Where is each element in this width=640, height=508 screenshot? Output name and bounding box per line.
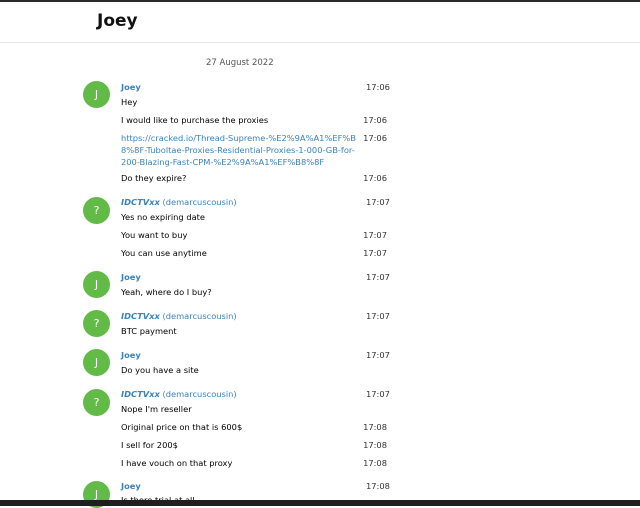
chat-header: Joey (0, 2, 640, 43)
message: You can use anytime 17:07 (121, 247, 387, 259)
avatar[interactable]: ? (83, 389, 110, 416)
message-time: 17:07 (363, 230, 387, 240)
message-text: Do you have a site (121, 365, 199, 375)
message: Hey (121, 96, 387, 108)
message-text: You want to buy (121, 230, 188, 240)
sender-name[interactable]: IDCTVxx (demarcuscousin) (121, 197, 237, 207)
message: I would like to purchase the proxies 17:… (121, 114, 387, 126)
message-text: BTC payment (121, 326, 177, 336)
chat-title: Joey (97, 11, 138, 31)
message: Original price on that is 600$ 17:08 (121, 421, 387, 433)
message-time: 17:06 (363, 173, 387, 183)
message-time: 17:08 (363, 458, 387, 468)
message-time: 17:07 (366, 389, 390, 399)
avatar[interactable]: J (83, 349, 110, 376)
message: I sell for 200$ 17:08 (121, 439, 387, 451)
avatar[interactable]: J (83, 271, 110, 298)
message: Yeah, where do I buy? (121, 286, 387, 298)
sender-name[interactable]: Joey (121, 481, 141, 491)
message: https://cracked.io/Thread-Supreme-%E2%9A… (121, 132, 387, 168)
message: You want to buy 17:07 (121, 229, 387, 241)
sender-name[interactable]: Joey (121, 272, 141, 282)
message-time: 17:06 (363, 115, 387, 125)
message: BTC payment (121, 325, 387, 337)
message-text: I would like to purchase the proxies (121, 115, 269, 125)
message-time: 17:06 (363, 133, 387, 143)
message-time: 17:07 (366, 350, 390, 360)
sender-name[interactable]: IDCTVxx (demarcuscousin) (121, 311, 237, 321)
message-text: Hey (121, 97, 138, 107)
message-time: 17:07 (366, 272, 390, 282)
sender-name[interactable]: IDCTVxx (demarcuscousin) (121, 389, 237, 399)
message-text: Original price on that is 600$ (121, 422, 243, 432)
message: Yes no expiring date (121, 211, 387, 223)
date-separator: 27 August 2022 (206, 58, 274, 68)
message: Do they expire? 17:06 (121, 172, 387, 184)
avatar[interactable]: ? (83, 310, 110, 337)
avatar[interactable]: ? (83, 197, 110, 224)
message: Do you have a site (121, 364, 387, 376)
message-text: I sell for 200$ (121, 440, 178, 450)
avatar[interactable]: J (83, 81, 110, 108)
message: Nope I'm reseller (121, 403, 387, 415)
message-text: Do they expire? (121, 173, 187, 183)
message-link[interactable]: https://cracked.io/Thread-Supreme-%E2%9A… (121, 132, 357, 168)
message-text: Yes no expiring date (121, 212, 206, 222)
message-text: Yeah, where do I buy? (121, 287, 212, 297)
message-time: 17:08 (363, 440, 387, 450)
message-time: 17:07 (366, 197, 390, 207)
sender-name[interactable]: Joey (121, 82, 141, 92)
message-text: I have vouch on that proxy (121, 458, 233, 468)
message-text: Nope I'm reseller (121, 404, 192, 414)
message: I have vouch on that proxy 17:08 (121, 457, 387, 469)
message-time: 17:08 (363, 422, 387, 432)
message-time: 17:06 (366, 82, 390, 92)
message-text: You can use anytime (121, 248, 207, 258)
message-time: 17:07 (363, 248, 387, 258)
sender-name[interactable]: Joey (121, 350, 141, 360)
message-time: 17:07 (366, 311, 390, 321)
taskbar (0, 500, 640, 506)
message-time: 17:08 (366, 481, 390, 491)
